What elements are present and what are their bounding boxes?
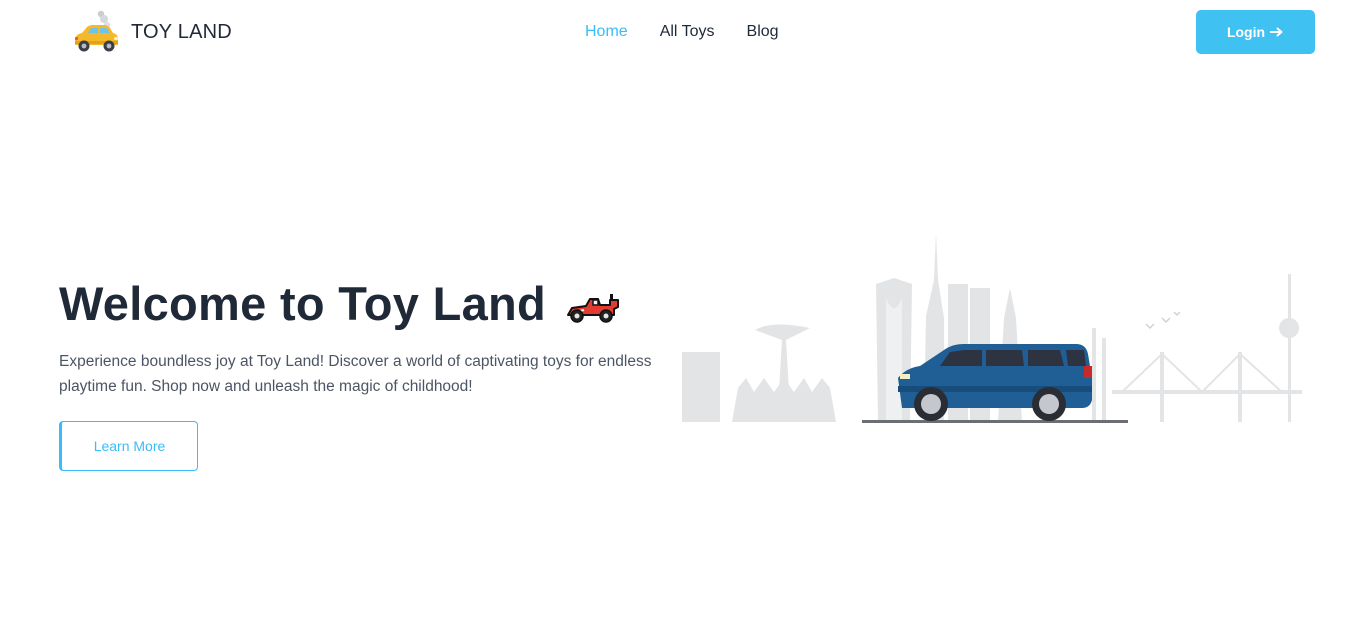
main-nav: Home All Toys Blog: [585, 22, 811, 42]
nav-all-toys[interactable]: All Toys: [660, 22, 715, 42]
hero-title: Welcome to Toy Land: [59, 277, 547, 330]
racing-car-icon: [567, 294, 620, 323]
site-header: TOY LAND Home All Toys Blog Login: [0, 0, 1366, 66]
brand-name: TOY LAND: [131, 20, 232, 43]
city-skyline-car-illustration: [682, 232, 1302, 423]
hero-heading: Welcome to Toy Land: [59, 276, 620, 332]
learn-more-button[interactable]: Learn More: [59, 421, 198, 471]
brand[interactable]: TOY LAND: [70, 8, 232, 56]
taxi-car-icon: [75, 10, 118, 52]
nav-blog[interactable]: Blog: [747, 22, 779, 42]
hero-description: Experience boundless joy at Toy Land! Di…: [59, 353, 652, 395]
arrow-right-icon: [1270, 27, 1283, 37]
login-button[interactable]: Login: [1196, 10, 1315, 54]
login-label: Login: [1226, 24, 1266, 40]
nav-home[interactable]: Home: [585, 22, 628, 42]
